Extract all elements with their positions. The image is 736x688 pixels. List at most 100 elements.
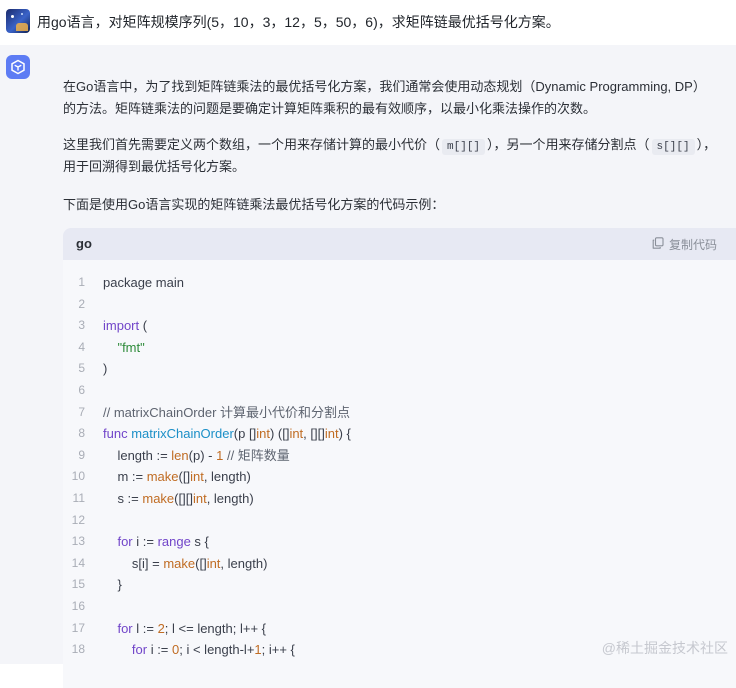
code-block: go 复制代码 1 package main 2 3 import (4 "fmt" 5)…: [63, 228, 736, 688]
code-token: for: [117, 620, 133, 636]
line-number: 17: [71, 620, 85, 635]
line-number: 11: [72, 490, 85, 505]
code-token: make: [163, 555, 196, 571]
code-text: s := make([][]int, length): [103, 488, 254, 510]
copy-code-label: 复制代码: [668, 238, 717, 252]
code-token: ): [103, 361, 108, 377]
line-number: 1: [78, 275, 85, 289]
code-token: len: [171, 447, 189, 463]
code-text: for l := 2; l <= length; l++ {: [103, 618, 266, 640]
code-token: m :=: [103, 469, 147, 485]
code-token: ; l <= length; l++ {: [164, 620, 266, 636]
answer-paragraph-3: 下面是使用Go语言实现的矩阵链乘法最优括号化方案的代码示例：: [63, 197, 445, 212]
code-token: int: [289, 426, 304, 442]
user-question-text: 用go语言，对矩阵规模序列(5，10，3，12，5，50，6)，求矩阵链最优括号…: [37, 14, 560, 30]
code-token: package main: [103, 275, 184, 290]
code-token: int: [256, 426, 270, 442]
code-token: range: [157, 534, 191, 550]
watermark: @稀土掘金技术社区: [601, 640, 728, 656]
answer-paragraph-1-line-1: 在Go语言中，为了找到矩阵链乘法的最优括号化方案，我们通常会使用动态规划（Dyn…: [63, 79, 706, 94]
answer-paragraph-1: 在Go语言中，为了找到矩阵链乘法的最优括号化方案，我们通常会使用动态规划（Dyn…: [63, 76, 706, 120]
code-token: l :=: [132, 620, 158, 636]
code-token: s[i] =: [103, 555, 164, 571]
line-number: 13: [71, 534, 85, 549]
code-token: for: [131, 642, 148, 658]
line-number: 6: [78, 382, 85, 397]
code-line: 12: [63, 510, 736, 532]
code-token: (p) -: [188, 447, 217, 463]
code-text: "fmt": [103, 337, 145, 359]
code-token: // 矩阵数量: [223, 447, 290, 463]
paragraph-text: ），: [696, 137, 717, 152]
copy-icon: [652, 237, 664, 252]
code-token: }: [103, 577, 122, 593]
code-text: m := make([]int, length): [103, 466, 251, 488]
copy-code-button[interactable]: 复制代码: [652, 236, 717, 253]
code-line: 2: [63, 294, 736, 316]
code-line: 1 package main: [63, 272, 736, 294]
code-token: ; i++ {: [261, 642, 295, 658]
code-line: 3 import (: [63, 315, 736, 337]
code-text: for i := range s {: [103, 531, 208, 553]
code-line: 9 length := len(p) - 1 // 矩阵数量: [63, 445, 736, 467]
code-text: package main: [103, 272, 184, 294]
line-number: 7: [78, 404, 85, 419]
code-body[interactable]: 1 package main 2 3 import (4 "fmt" 5) 6 7// mat…: [63, 272, 736, 661]
line-number: 12: [71, 512, 85, 527]
code-token: func: [103, 426, 128, 442]
code-token: s :=: [103, 490, 143, 506]
line-number: 4: [78, 339, 85, 354]
code-token: , length): [220, 555, 268, 571]
code-token: ([]: [195, 555, 207, 571]
code-block-header: go 复制代码: [63, 228, 736, 260]
code-text: for i := 0; i < length-l+1; i++ {: [103, 639, 295, 661]
code-token: , length): [203, 469, 251, 485]
code-token: matrixChainOrder: [131, 426, 234, 442]
code-token: "fmt": [117, 339, 145, 355]
code-token: for: [117, 534, 133, 550]
answer-paragraph-2: 这里我们首先需要定义两个数组，一个用来存储计算的最小代价（ m[][] ），另一个用…: [63, 134, 716, 178]
code-line: 14 s[i] = make([]int, length): [63, 553, 736, 575]
line-number: 9: [78, 447, 85, 462]
line-number: 5: [78, 361, 85, 376]
code-language-label: go: [76, 236, 92, 251]
line-number: 2: [78, 296, 85, 311]
code-token: int: [324, 426, 339, 442]
code-line: 10 m := make([]int, length): [63, 466, 736, 488]
code-token: ([][]: [174, 490, 193, 506]
code-text: s[i] = make([]int, length): [103, 553, 268, 575]
code-line: 16: [63, 596, 736, 618]
code-token: ([]: [178, 469, 191, 485]
line-number: 18: [71, 642, 85, 657]
code-line: 11 s := make([][]int, length): [63, 488, 736, 510]
code-line: 15 }: [63, 574, 736, 596]
paragraph-text: ），另一个用来存储分割点（: [487, 137, 650, 152]
code-token: int: [190, 469, 204, 485]
line-number: 10: [71, 469, 85, 484]
inline-code-s: s[][]: [651, 139, 695, 155]
code-line: 4 "fmt": [63, 337, 736, 359]
answer-paragraph-2-line-1: 这里我们首先需要定义两个数组，一个用来存储计算的最小代价（ m[][] ），另一个用…: [63, 134, 716, 156]
code-token: make: [146, 469, 179, 485]
line-number: 14: [71, 555, 85, 570]
code-token: import: [103, 318, 140, 334]
code-token: i :=: [147, 642, 173, 658]
code-line: 17 for l := 2; l <= length; l++ {: [63, 618, 736, 640]
code-token: (p []: [233, 426, 257, 442]
code-token: int: [206, 555, 221, 571]
assistant-message-row: 在Go语言中，为了找到矩阵链乘法的最优括号化方案，我们通常会使用动态规划（Dyn…: [0, 45, 736, 688]
code-token: ) {: [338, 426, 351, 442]
line-number: 15: [71, 577, 85, 592]
code-line: 5): [63, 358, 736, 380]
code-line: 8 func matrixChainOrder(p []int) ([]int, …: [63, 423, 736, 445]
code-token: , [][]: [303, 426, 325, 442]
code-token: 2: [157, 620, 165, 636]
line-number: 8: [78, 426, 85, 441]
code-token: ; i < length-l+: [179, 642, 255, 658]
code-token: , length): [206, 490, 254, 506]
code-line: 6: [63, 380, 736, 402]
code-text: func matrixChainOrder(p []int) ([]int, […: [103, 423, 351, 445]
code-token: // matrixChainOrder 计算最小代价和分割点: [103, 404, 351, 420]
paragraph-text: 这里我们首先需要定义两个数组，一个用来存储计算的最小代价（: [63, 137, 441, 152]
